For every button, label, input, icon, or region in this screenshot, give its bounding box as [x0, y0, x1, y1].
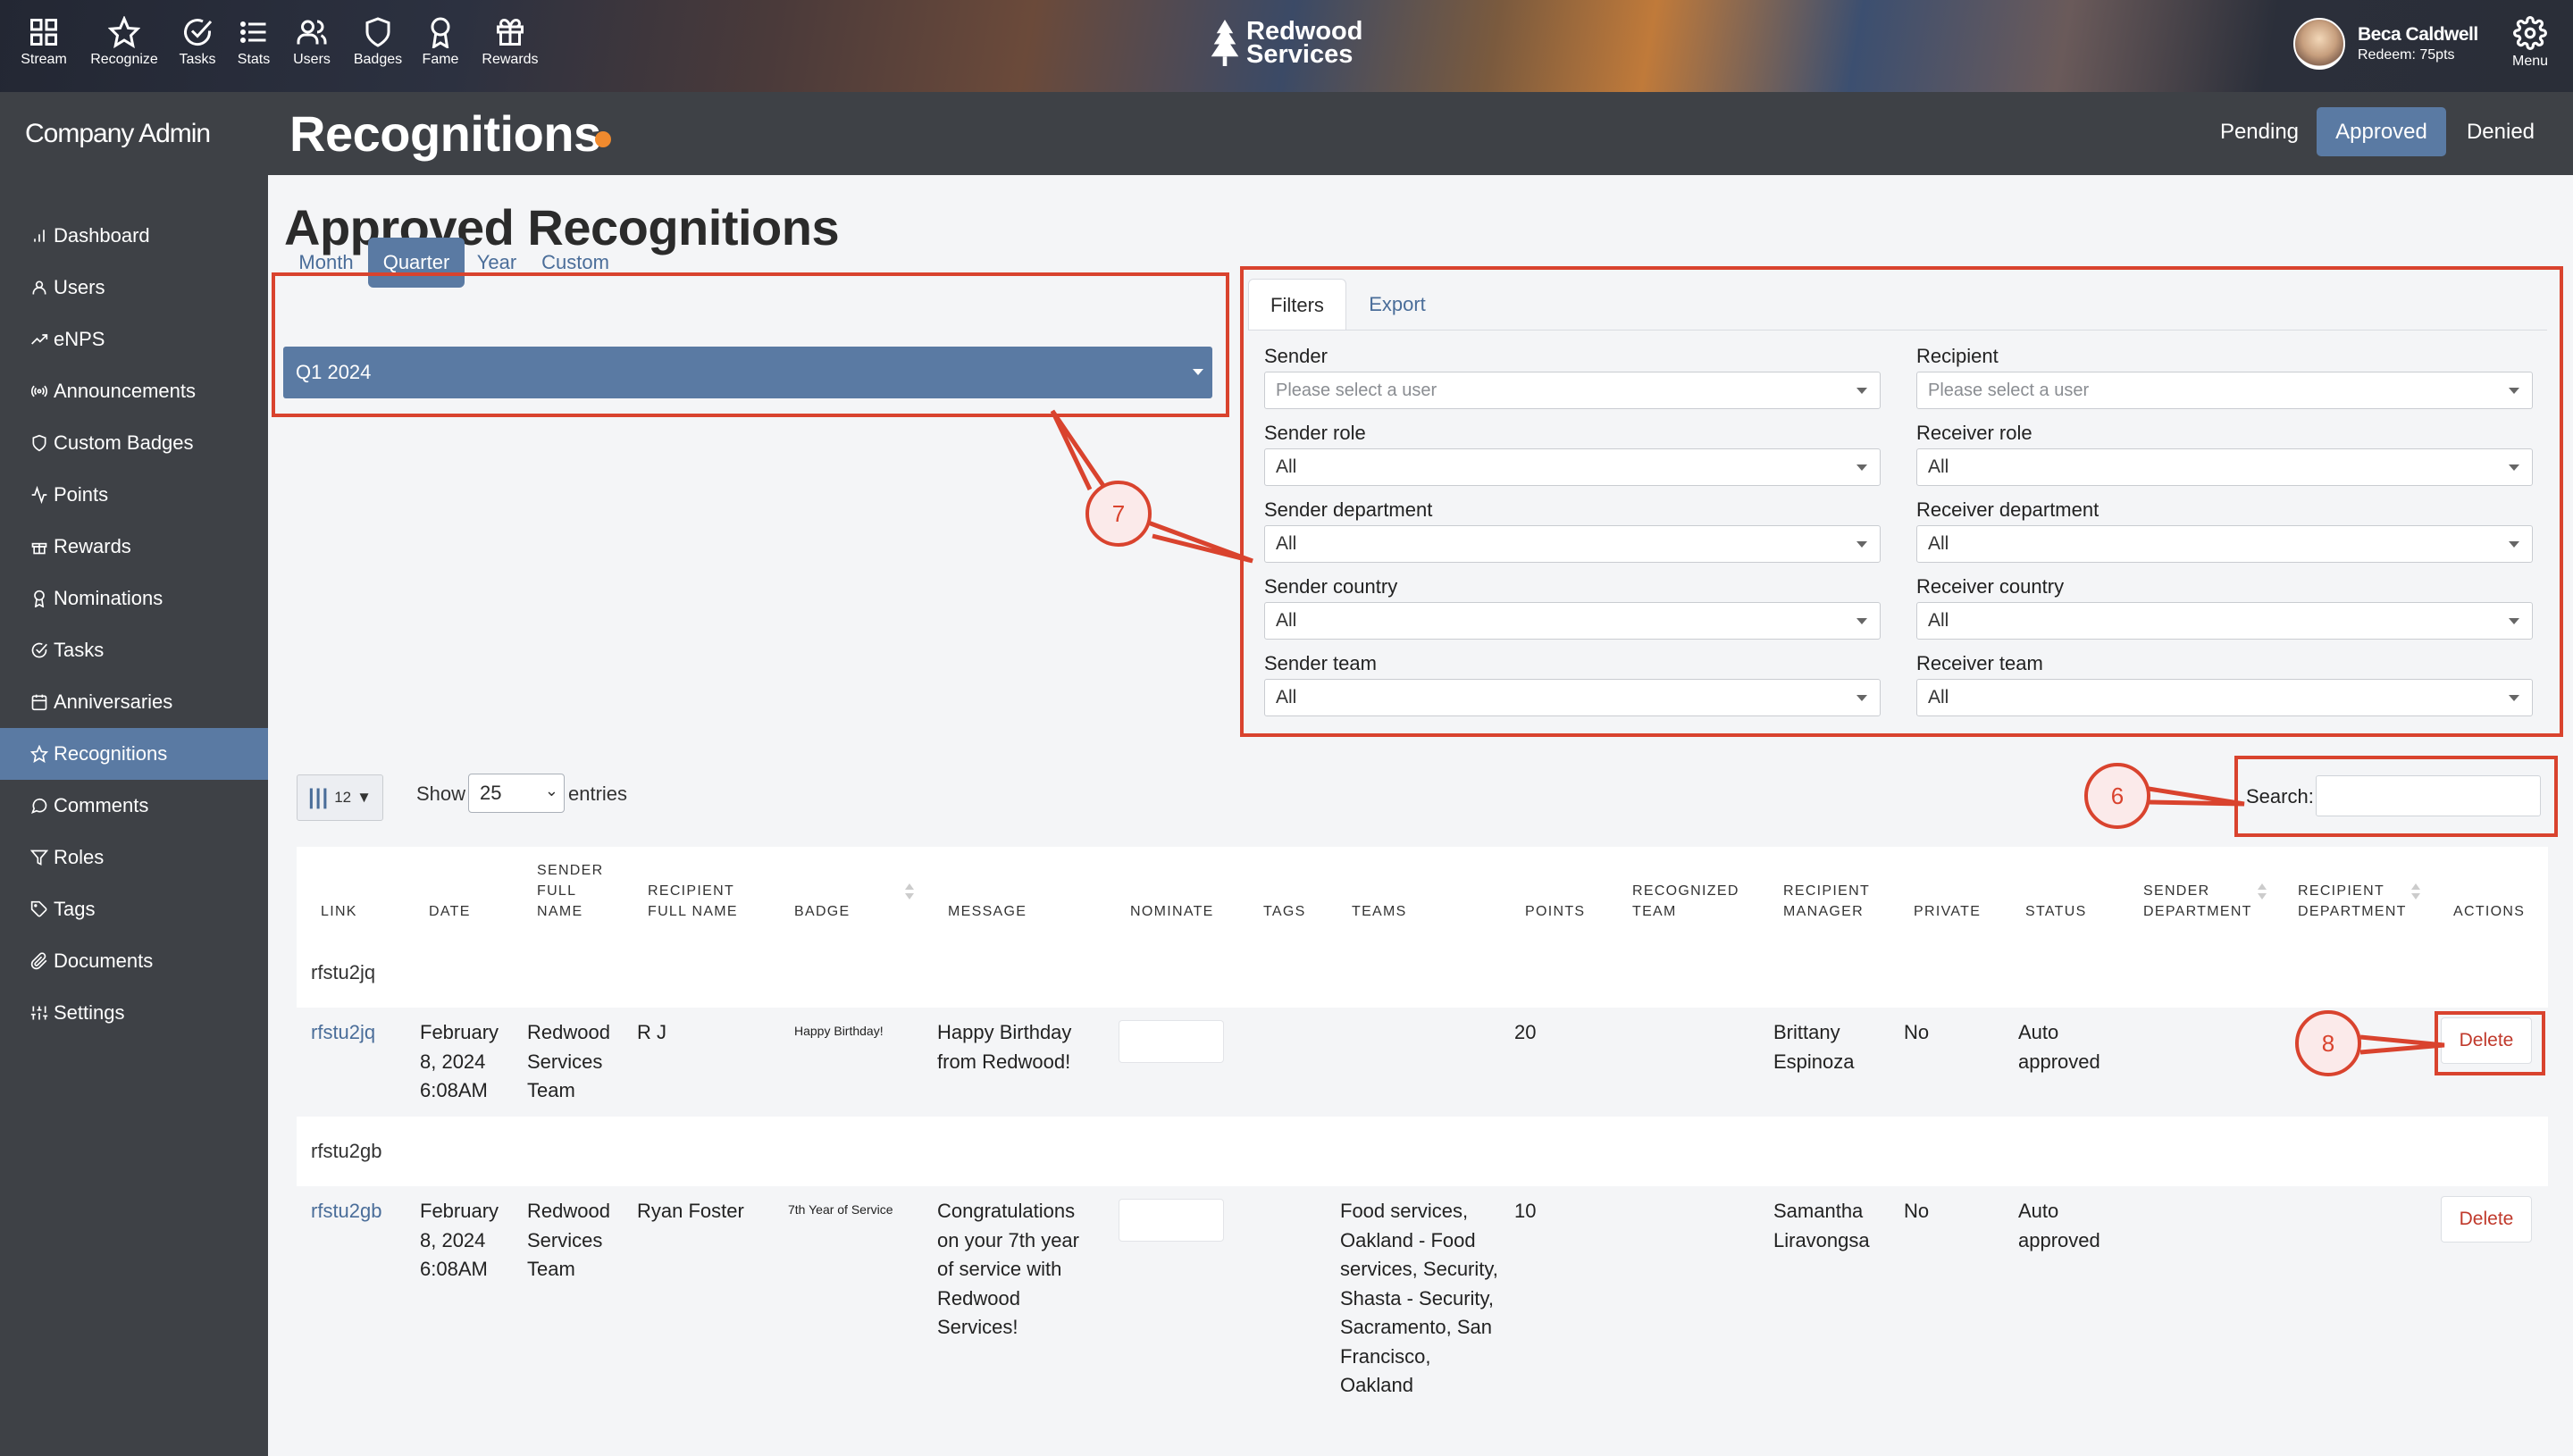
arrow-to-filters: [1140, 517, 1253, 564]
arrow-to-search: [2148, 786, 2245, 807]
annotation-arrows: [1050, 409, 2445, 1055]
annotation-badge-7: 7: [1085, 481, 1152, 547]
arrow-to-period: [1050, 409, 1109, 491]
arrow-to-delete: [2359, 1034, 2445, 1055]
annotation-badge-6: 6: [2084, 763, 2150, 829]
annotation-badge-8: 8: [2295, 1010, 2361, 1076]
